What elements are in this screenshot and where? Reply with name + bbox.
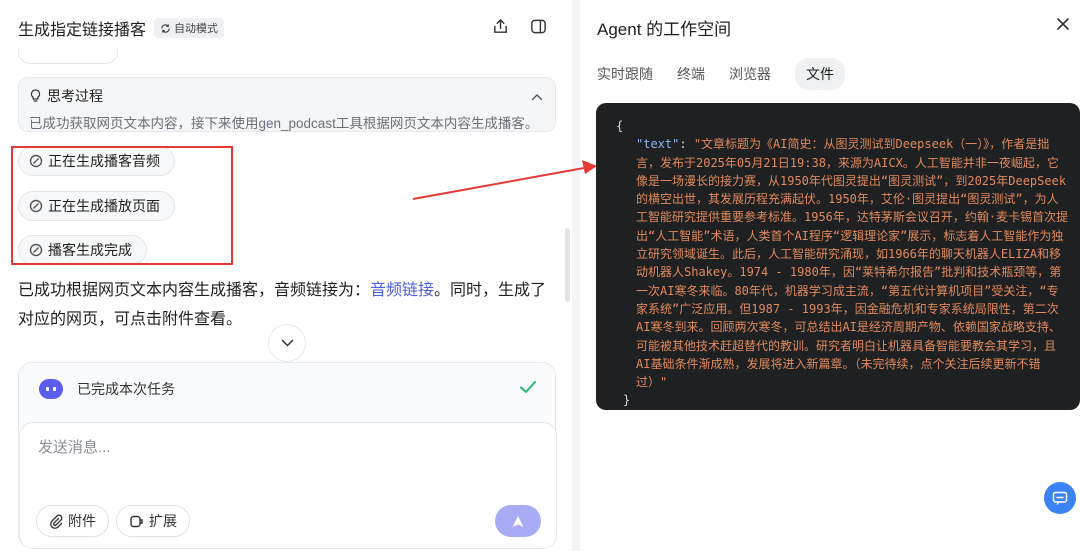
toggle-panel-icon[interactable]: [528, 16, 548, 36]
chat-bubble-icon: [1052, 491, 1068, 505]
close-icon[interactable]: [1056, 17, 1070, 36]
mode-badge-label: 自动模式: [174, 23, 219, 35]
scrollbar-thumb[interactable]: [565, 228, 570, 302]
chevron-down-icon: [281, 339, 293, 347]
share-icon[interactable]: [490, 16, 510, 36]
scroll-down-button[interactable]: [268, 324, 306, 362]
mode-badge[interactable]: 自动模式: [154, 18, 225, 38]
pane-divider[interactable]: [572, 0, 580, 551]
annotation-highlight-box: [11, 146, 233, 265]
file-content-viewer: { "text": "文章标题为《AI简史：从图灵测试到Deepseek（一）》…: [596, 103, 1080, 410]
extend-label: 扩展: [149, 513, 177, 529]
json-colon: :: [679, 137, 694, 152]
extension-icon: [130, 515, 143, 527]
thinking-panel[interactable]: 思考过程 已成功获取网页文本内容，接下来使用gen_podcast工具根据网页文…: [18, 77, 556, 132]
auto-mode-icon: [161, 23, 170, 33]
attach-label: 附件: [68, 513, 96, 529]
tab-files[interactable]: 文件: [795, 58, 845, 90]
tab-live-follow[interactable]: 实时跟随: [597, 58, 653, 90]
workspace-panel: Agent 的工作空间 实时跟随 终端 浏览器 文件 { "text": "文章…: [580, 0, 1080, 551]
chevron-up-icon[interactable]: [531, 88, 543, 106]
workspace-tabs: 实时跟随 终端 浏览器 文件: [597, 58, 845, 90]
task-card: 已完成本次任务 附件 扩展: [18, 362, 557, 549]
check-icon: [519, 380, 537, 399]
header-actions: [490, 16, 548, 36]
lightbulb-icon: [30, 89, 41, 102]
thinking-text: 已成功获取网页文本内容，接下来使用gen_podcast工具根据网页文本内容生成…: [29, 116, 539, 131]
bot-avatar-icon: [39, 379, 63, 399]
conversation-title: 生成指定链接播客: [18, 22, 147, 39]
json-close-brace: }: [623, 393, 631, 408]
task-status-text: 已完成本次任务: [77, 381, 175, 397]
workspace-title: Agent 的工作空间: [597, 20, 732, 39]
message-input[interactable]: [38, 439, 518, 456]
task-status-row: 已完成本次任务: [39, 379, 537, 399]
json-key: "text": [636, 137, 680, 152]
json-text-entry: "text": "文章标题为《AI简史：从图灵测试到Deepseek（一）》，作…: [616, 135, 1070, 391]
collapsed-message-edge: [18, 48, 118, 64]
tab-browser[interactable]: 浏览器: [729, 58, 771, 90]
paperclip-icon: [50, 514, 63, 529]
json-value: "文章标题为《AI简史：从图灵测试到Deepseek（一）》，作者是拙言，发布于…: [636, 137, 1069, 390]
chat-header: 生成指定链接播客 自动模式: [18, 14, 554, 42]
chat-pane: 生成指定链接播客 自动模式 思考过程 已成功获取网页文本内容，接下来使用gen_…: [0, 0, 572, 551]
message-composer: 附件 扩展: [19, 422, 557, 549]
send-icon: [512, 515, 524, 527]
extend-button[interactable]: 扩展: [116, 505, 190, 537]
send-button[interactable]: [495, 505, 541, 537]
tab-terminal[interactable]: 终端: [677, 58, 705, 90]
audio-link[interactable]: 音频链接: [370, 282, 434, 299]
answer-text-1: 已成功根据网页文本内容生成播客，音频链接为：: [18, 282, 371, 299]
thinking-title: 思考过程: [47, 88, 103, 104]
chat-bubble-button[interactable]: [1044, 482, 1076, 514]
attach-button[interactable]: 附件: [36, 505, 109, 537]
json-open-brace: {: [616, 119, 624, 133]
